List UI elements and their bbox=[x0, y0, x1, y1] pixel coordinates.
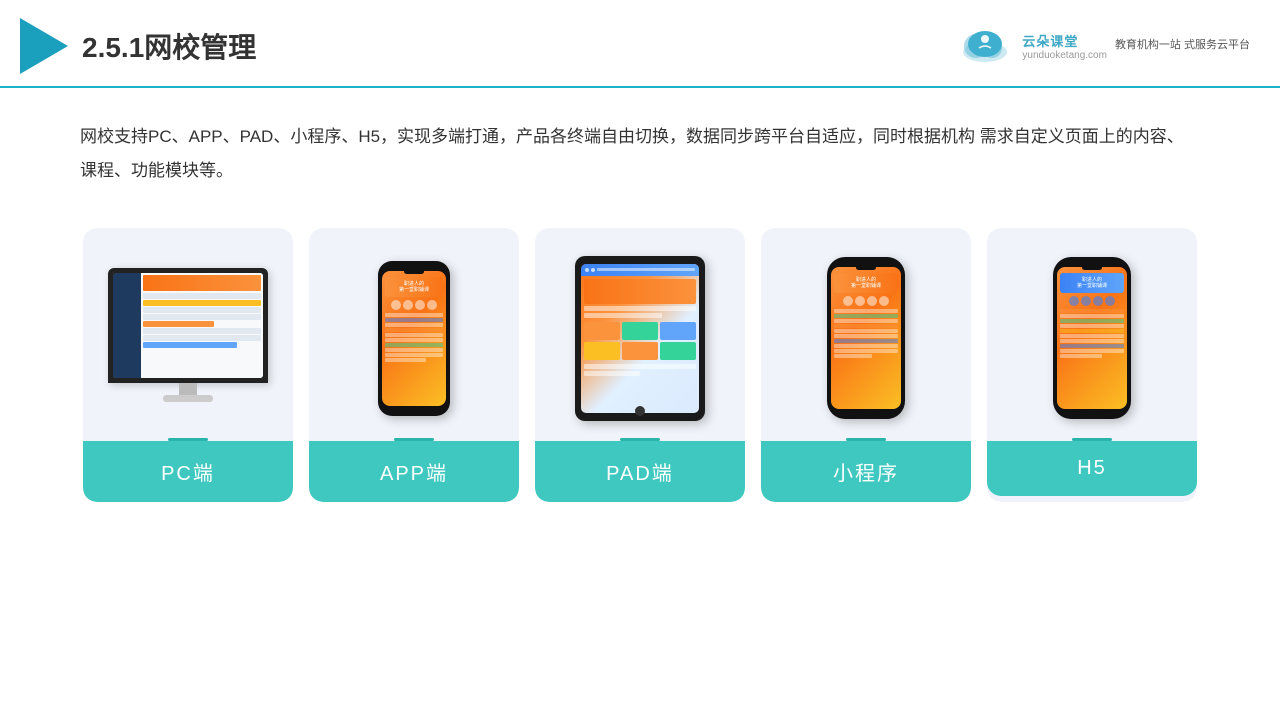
phone-miniprogram-icon: 职进人的第一堂职辅课 bbox=[827, 257, 905, 419]
page-title: 2.5.1网校管理 bbox=[82, 26, 256, 66]
card-pad-image bbox=[535, 228, 745, 438]
brand-slogan: 教育机构一站 式服务云平台 bbox=[1115, 38, 1250, 53]
card-pc: PC端 bbox=[83, 228, 293, 502]
card-miniprogram: 职进人的第一堂职辅课 bbox=[761, 228, 971, 502]
phone-h5-screen: 职进人的第一堂职辅课 bbox=[1057, 267, 1127, 409]
phone-app-screen: 职进人的第一堂职辅课 bbox=[382, 271, 446, 406]
card-miniprogram-label-container: 小程序 bbox=[761, 438, 971, 502]
card-pc-image bbox=[83, 228, 293, 438]
brand-info: 云朵课堂 yunduoketang.com bbox=[1022, 31, 1107, 61]
header: 2.5.1网校管理 云朵课堂 yunduoketang.com 教育机构一站 式… bbox=[0, 0, 1280, 88]
card-pc-label: PC端 bbox=[83, 441, 293, 502]
phone-notch-mini bbox=[856, 265, 876, 270]
card-pad-label: PAD端 bbox=[535, 441, 745, 502]
card-pc-label-container: PC端 bbox=[83, 438, 293, 502]
card-pad: PAD端 bbox=[535, 228, 745, 502]
phone-notch-h5 bbox=[1082, 265, 1102, 270]
phone-miniprogram-screen: 职进人的第一堂职辅课 bbox=[831, 267, 901, 409]
phone-notch bbox=[404, 269, 424, 274]
card-app-label-container: APP端 bbox=[309, 438, 519, 502]
pc-monitor-icon bbox=[108, 268, 268, 408]
card-miniprogram-image: 职进人的第一堂职辅课 bbox=[761, 228, 971, 438]
card-h5-label-container: H5 bbox=[987, 438, 1197, 496]
cards-container: PC端 职进人的第一堂职辅课 bbox=[0, 198, 1280, 502]
phone-h5-icon: 职进人的第一堂职辅课 bbox=[1053, 257, 1131, 419]
card-app-image: 职进人的第一堂职辅课 bbox=[309, 228, 519, 438]
brand-name: 云朵课堂 bbox=[1022, 31, 1107, 50]
card-app: 职进人的第一堂职辅课 bbox=[309, 228, 519, 502]
card-pad-label-container: PAD端 bbox=[535, 438, 745, 502]
brand-cloud-icon bbox=[956, 26, 1014, 66]
card-h5-label: H5 bbox=[987, 441, 1197, 496]
tablet-home-btn bbox=[635, 406, 645, 416]
card-h5-image: 职进人的第一堂职辅课 bbox=[987, 228, 1197, 438]
tablet-pad-icon bbox=[575, 256, 705, 421]
description-text: 网校支持PC、APP、PAD、小程序、H5，实现多端打通，产品各终端自由切换，数… bbox=[0, 88, 1280, 198]
tablet-pad-screen bbox=[581, 264, 699, 413]
brand-url: yunduoketang.com bbox=[1022, 50, 1107, 61]
card-h5: 职进人的第一堂职辅课 bbox=[987, 228, 1197, 502]
phone-app-icon: 职进人的第一堂职辅课 bbox=[378, 261, 450, 416]
card-app-label: APP端 bbox=[309, 441, 519, 502]
logo-triangle-icon bbox=[20, 18, 68, 74]
header-right: 云朵课堂 yunduoketang.com 教育机构一站 式服务云平台 bbox=[956, 26, 1250, 66]
card-miniprogram-label: 小程序 bbox=[761, 441, 971, 502]
header-left: 2.5.1网校管理 bbox=[20, 18, 256, 74]
